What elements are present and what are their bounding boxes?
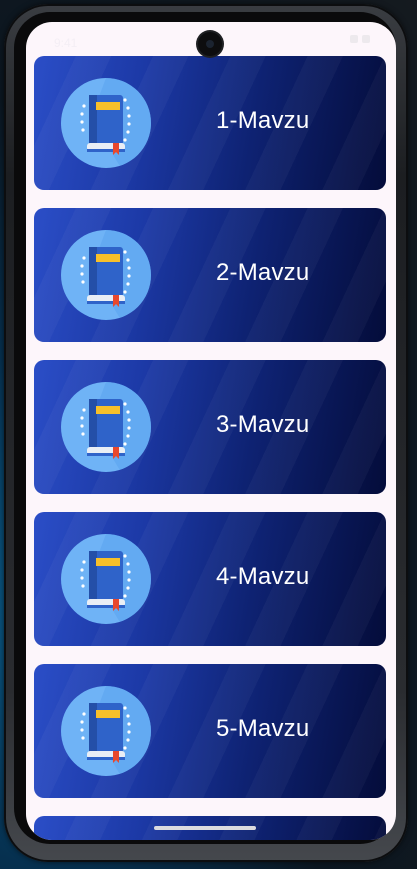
topic-label: 5-Mavzu: [216, 715, 310, 742]
book-icon: [61, 78, 151, 168]
book-icon: [61, 382, 151, 472]
book-icon: [61, 534, 151, 624]
battery-icon: [362, 35, 370, 43]
status-time: 9:41: [54, 36, 78, 50]
topic-card-4[interactable]: 4-Mavzu: [34, 512, 386, 646]
topic-label: 3-Mavzu: [216, 411, 310, 438]
topic-card-2[interactable]: 2-Mavzu: [34, 208, 386, 342]
topic-card-3[interactable]: 3-Mavzu: [34, 360, 386, 494]
gesture-nav-bar[interactable]: [154, 826, 256, 830]
topic-card-1[interactable]: 1-Mavzu: [34, 56, 386, 190]
book-icon: [61, 686, 151, 776]
front-camera: [198, 32, 222, 56]
book-icon: [61, 230, 151, 320]
app-screen: 9:41 1-Mavzu 2-Mavzu 3-Mavzu 4-Mavzu 5-M…: [26, 22, 396, 840]
wifi-icon: [350, 35, 358, 43]
topic-label: 4-Mavzu: [216, 563, 310, 590]
topic-label: 1-Mavzu: [216, 107, 310, 134]
topic-label: 2-Mavzu: [216, 259, 310, 286]
topic-card-5[interactable]: 5-Mavzu: [34, 664, 386, 798]
status-icons: [350, 35, 370, 43]
topic-list: 1-Mavzu 2-Mavzu 3-Mavzu 4-Mavzu 5-Mavzu: [34, 56, 386, 840]
